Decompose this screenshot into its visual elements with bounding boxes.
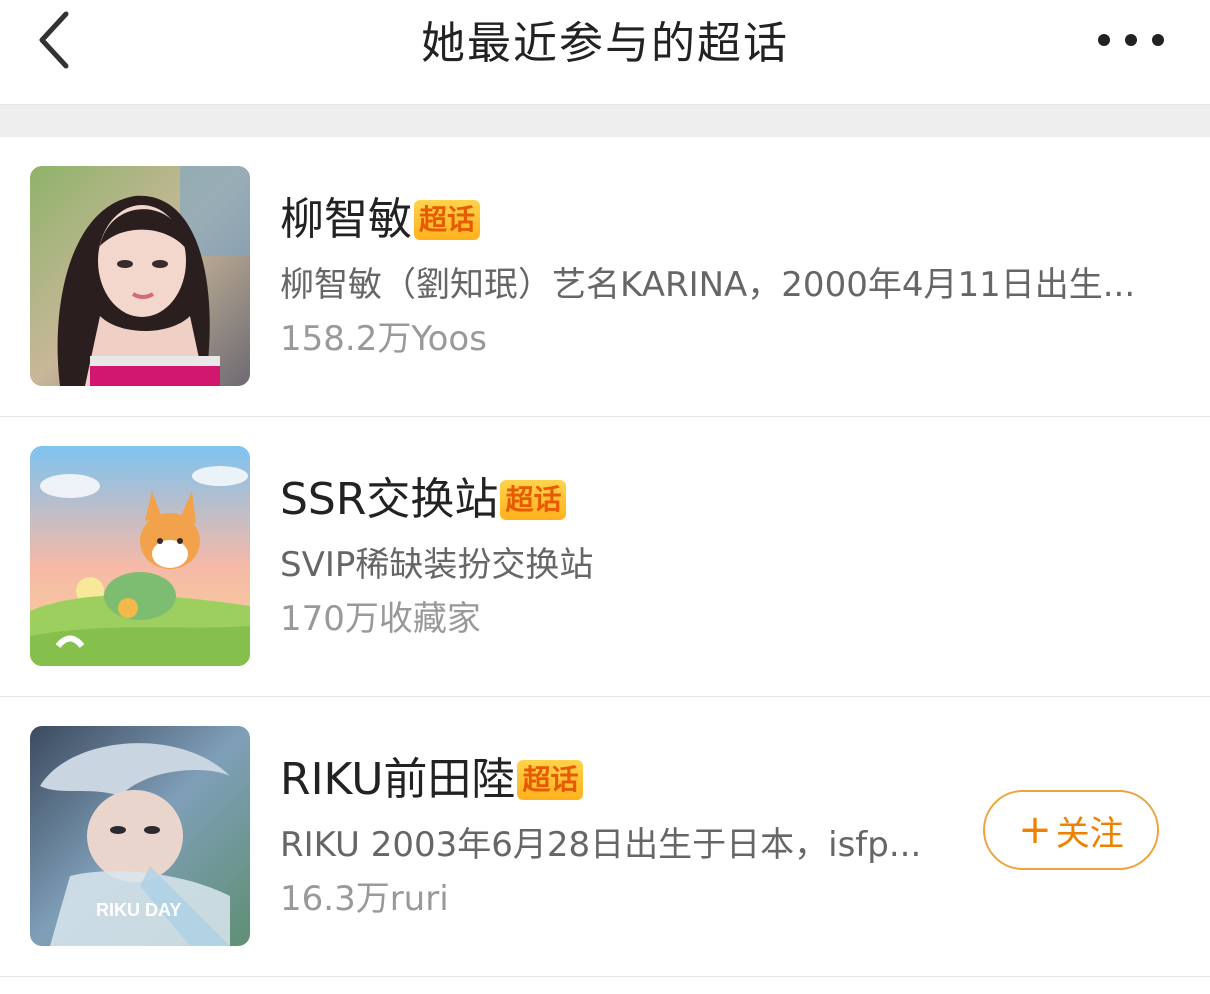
topic-name: SSR交换站 [280, 474, 499, 525]
topic-avatar[interactable] [30, 166, 250, 386]
topic-description: SVIP稀缺装扮交换站 [280, 545, 594, 585]
topic-title-line: RIKU前田陸 超话 [280, 752, 584, 808]
topic-stat: 16.3万ruri [280, 879, 449, 919]
section-divider [0, 105, 1210, 137]
topic-avatar[interactable] [30, 446, 250, 666]
topic-row-ssr[interactable]: SSR交换站 超话 SVIP稀缺装扮交换站 170万收藏家 [0, 417, 1210, 697]
avatar-caption: RIKU DAY [96, 900, 181, 920]
topic-list: 柳智敏 超话 柳智敏（劉知珉）艺名KARINA，2000年4月11日出生... … [0, 137, 1210, 977]
topic-avatar[interactable]: RIKU DAY [30, 726, 250, 946]
follow-label: 关注 [1055, 813, 1124, 854]
topic-description: RIKU 2003年6月28日出生于日本，isfp... [280, 825, 922, 865]
chaohua-badge: 超话 [517, 760, 584, 800]
topic-row-riku[interactable]: RIKU DAY RIKU前田陸 超话 RIKU 2003年6月28日出生于日本… [0, 697, 1210, 977]
topic-title-line: SSR交换站 超话 [280, 472, 567, 528]
more-button[interactable] [1086, 18, 1176, 62]
topic-name: RIKU前田陸 [280, 754, 516, 805]
topic-row-karina[interactable]: 柳智敏 超话 柳智敏（劉知珉）艺名KARINA，2000年4月11日出生... … [0, 137, 1210, 417]
topic-title-line: 柳智敏 超话 [280, 192, 481, 248]
topic-name: 柳智敏 [280, 194, 412, 245]
follow-button[interactable]: + 关注 [983, 790, 1159, 870]
page-title: 她最近参与的超话 [421, 18, 789, 69]
nav-header: 她最近参与的超话 [0, 0, 1210, 105]
topic-stat: 158.2万Yoos [280, 319, 487, 359]
plus-icon: + [1018, 807, 1052, 853]
chaohua-badge: 超话 [500, 480, 567, 520]
topic-stat: 170万收藏家 [280, 599, 481, 639]
topic-description: 柳智敏（劉知珉）艺名KARINA，2000年4月11日出生... [280, 265, 1136, 305]
chaohua-badge: 超话 [414, 200, 481, 240]
more-horizontal-icon [1098, 34, 1164, 46]
